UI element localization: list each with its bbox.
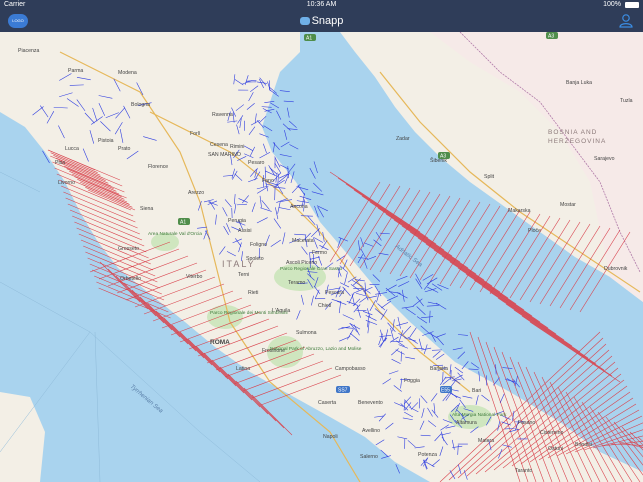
- park-label-gran-sasso: Parco Regionale Gran Sasso: [280, 266, 342, 272]
- map-view[interactable]: ITALY BOSNIA AND HERZEGOVINA Adriatic Se…: [0, 32, 643, 482]
- battery-percent: 100%: [603, 1, 621, 8]
- city-rieti: Rieti: [248, 290, 258, 296]
- city-dubrovnik: Dubrovnik: [604, 266, 628, 272]
- city-livorno: Livorno: [58, 180, 75, 186]
- city-prato: Prato: [118, 146, 131, 152]
- city-roma: ROMA: [210, 339, 230, 346]
- city-barletta: Barletta: [430, 366, 448, 372]
- city-makarska: Makarska: [508, 208, 531, 214]
- city-assisi: Assisi: [238, 228, 252, 234]
- city-terni: Terni: [238, 272, 249, 278]
- city-pistoia: Pistoia: [98, 138, 114, 144]
- city-ascoli: Ascoli Piceno: [286, 260, 317, 266]
- status-bar: Carrier 10:36 AM 100%: [0, 0, 643, 11]
- snapp-logo-icon: [299, 17, 310, 25]
- city-potenza: Potenza: [418, 452, 437, 458]
- city-caserta: Caserta: [318, 400, 336, 406]
- city-brindisi: Brindisi: [575, 442, 592, 448]
- city-parma: Parma: [68, 68, 83, 74]
- park-label-simbruini: Parco Regionale dei Monti Simbruini: [210, 310, 288, 316]
- svg-text:A1: A1: [306, 36, 312, 42]
- city-latina: Latina: [236, 366, 250, 372]
- city-ostuni: Ostuni: [548, 446, 563, 452]
- city-ravenna: Ravenna: [212, 112, 233, 118]
- city-macerata: Macerata: [292, 238, 314, 244]
- city-banja-luka: Banja Luka: [566, 80, 592, 86]
- label-herzegovina: HERZEGOVINA: [548, 138, 606, 145]
- city-lucca: Lucca: [65, 146, 79, 152]
- park-label-abruzzo: National Park of Abruzzo, Lazio and Moli…: [270, 346, 362, 352]
- city-sulmona: Sulmona: [296, 330, 317, 336]
- city-fano: Fano: [262, 178, 274, 184]
- city-napoli: Napoli: [323, 434, 338, 440]
- park-label-orcia: Area Naturale Val d'Orcia: [148, 231, 202, 237]
- city-taranto: Taranto: [515, 468, 532, 474]
- svg-text:A1: A1: [180, 220, 186, 226]
- svg-text:A3: A3: [548, 34, 554, 40]
- page-title: Snapp: [0, 15, 643, 27]
- city-salerno: Salerno: [360, 454, 378, 460]
- user-icon[interactable]: [619, 14, 633, 28]
- nav-bar: LOGO Snapp: [0, 11, 643, 32]
- label-bosnia: BOSNIA AND: [548, 129, 597, 136]
- city-bologna: Bologna: [131, 102, 150, 108]
- city-florence: Florence: [148, 164, 168, 170]
- city-orbetello: Orbetello: [120, 276, 141, 282]
- city-benevento: Benevento: [358, 400, 383, 406]
- city-foggia: Foggia: [404, 378, 420, 384]
- city-matera: Matera: [478, 438, 494, 444]
- city-foligno: Foligno: [250, 242, 267, 248]
- city-split: Split: [484, 174, 495, 180]
- svg-text:A3: A3: [440, 154, 446, 160]
- battery-icon: [625, 2, 639, 8]
- city-grosseto: Grosseto: [118, 246, 139, 252]
- city-altamura: Altamura: [456, 420, 477, 426]
- city-pesaro: Pesaro: [248, 160, 265, 166]
- city-viterbo: Viterbo: [186, 274, 202, 280]
- city-siena: Siena: [140, 206, 153, 212]
- clock: 10:36 AM: [306, 1, 337, 8]
- city-piacenza: Piacenza: [18, 48, 39, 54]
- svg-text:E55: E55: [441, 388, 450, 394]
- city-cesena: Cesena: [210, 142, 228, 148]
- city-modena: Modena: [118, 70, 137, 76]
- city-ancona: Ancona: [290, 204, 308, 210]
- svg-text:SS7: SS7: [338, 388, 348, 394]
- city-spoleto: Spoleto: [246, 256, 264, 262]
- city-sarajevo: Sarajevo: [594, 156, 615, 162]
- city-tuzla: Tuzla: [620, 98, 633, 104]
- city-campobasso: Campobasso: [335, 366, 366, 372]
- city-perugia: Perugia: [228, 218, 246, 224]
- city-san-marino: SAN MARINO: [208, 152, 241, 158]
- city-avellino: Avellino: [362, 428, 380, 434]
- city-cisternino: Cisternino: [540, 430, 563, 436]
- city-fermo: Fermo: [312, 250, 327, 256]
- park-label-alta-murgia: Alta Murgia National Park: [452, 412, 507, 418]
- city-pescara: Pescara: [325, 290, 344, 296]
- city-fasano: Fasano: [518, 420, 535, 426]
- city-forli: Forlì: [190, 131, 201, 137]
- city-teramo: Teramo: [288, 280, 305, 286]
- city-rimini: Rimini: [230, 144, 244, 150]
- city-chieti: Chieti: [318, 303, 331, 309]
- city-arezzo: Arezzo: [188, 190, 204, 196]
- city-bari: Bari: [472, 388, 481, 394]
- city-ploce: Ploče: [528, 228, 541, 234]
- city-mostar: Mostar: [560, 202, 576, 208]
- city-zadar: Zadar: [396, 136, 410, 142]
- city-pisa: Pisa: [55, 160, 65, 166]
